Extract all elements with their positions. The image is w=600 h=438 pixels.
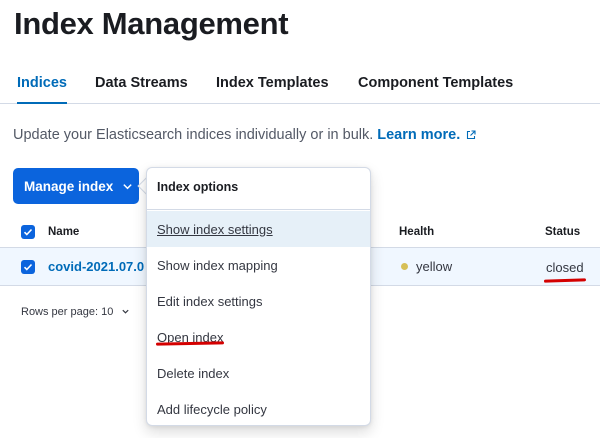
menu-item-show-index-mapping[interactable]: Show index mapping [147, 247, 370, 283]
chevron-down-icon [123, 183, 132, 189]
checkbox-checked-icon [23, 228, 33, 236]
health-status-dot [401, 263, 408, 270]
column-header-name[interactable]: Name [48, 226, 79, 238]
index-name-link[interactable]: covid-2021.07.0 [48, 259, 144, 274]
rows-per-page-label: Rows per page: 10 [21, 306, 114, 318]
row-checkbox[interactable] [21, 260, 35, 274]
popover-title: Index options [157, 180, 239, 194]
rows-per-page-selector[interactable]: Rows per page: 10 [21, 306, 130, 318]
checkbox-checked-icon [23, 263, 33, 271]
menu-item-open-index[interactable]: Open index [147, 319, 370, 355]
tab-indices[interactable]: Indices [17, 75, 67, 104]
status-cell: closed [546, 260, 584, 275]
external-link-icon [467, 130, 476, 140]
learn-more-link[interactable]: Learn more. [377, 127, 460, 143]
menu-item-delete-index[interactable]: Delete index [147, 355, 370, 391]
chevron-down-icon [122, 309, 130, 314]
page-title: Index Management [14, 6, 289, 41]
menu-item-show-index-settings[interactable]: Show index settings [147, 211, 370, 247]
manage-index-label: Manage index [24, 178, 114, 194]
health-cell: yellow [401, 259, 452, 274]
column-header-health[interactable]: Health [399, 226, 434, 238]
description-text: Update your Elasticsearch indices indivi… [13, 127, 374, 143]
popover-divider [147, 209, 370, 210]
select-all-checkbox[interactable] [21, 225, 35, 239]
manage-index-button[interactable]: Manage index [13, 168, 139, 204]
index-options-popover: Index options Show index settings Show i… [146, 167, 371, 426]
page-description: Update your Elasticsearch indices indivi… [13, 127, 476, 143]
tab-data-streams[interactable]: Data Streams [95, 75, 188, 91]
tab-bar: Indices Data Streams Index Templates Com… [0, 70, 600, 104]
tab-component-templates[interactable]: Component Templates [358, 75, 513, 91]
health-value: yellow [416, 259, 453, 274]
menu-item-edit-index-settings[interactable]: Edit index settings [147, 283, 370, 319]
tab-index-templates[interactable]: Index Templates [216, 75, 329, 91]
column-header-status[interactable]: Status [545, 226, 580, 238]
menu-item-add-lifecycle-policy[interactable]: Add lifecycle policy [147, 391, 370, 427]
